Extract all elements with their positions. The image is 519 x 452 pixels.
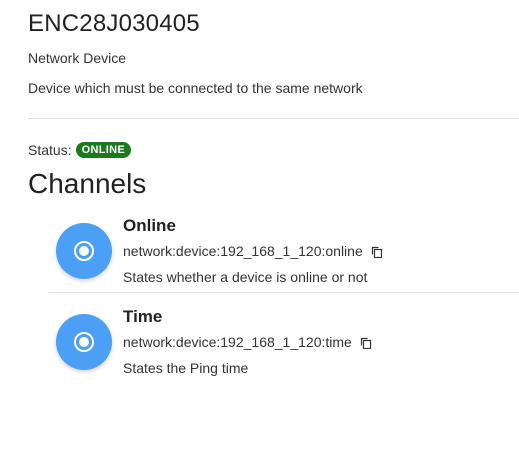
status-row: Status: ONLINE [28, 142, 131, 158]
channel-uid-row: network:device:192_168_1_120:online [123, 243, 383, 259]
channel-label: Online [123, 216, 176, 235]
channels-heading: Channels [28, 168, 147, 199]
copy-icon[interactable] [360, 336, 372, 350]
channel-description: States the Ping time [123, 360, 249, 376]
thing-description: Device which must be connected to the sa… [28, 80, 363, 96]
copy-icon[interactable] [371, 245, 383, 259]
channel-uid: network:device:192_168_1_120:online [123, 243, 363, 259]
status-badge: ONLINE [75, 142, 131, 158]
thing-type-label: Network Device [28, 50, 127, 66]
channel-description: States whether a device is online or not [123, 269, 368, 285]
radio-button-icon [56, 314, 112, 370]
channel-item-online[interactable]: Online network:device:192_168_1_120:onli… [48, 202, 519, 293]
channel-uid: network:device:192_168_1_120:time [123, 334, 352, 350]
channel-uid-row: network:device:192_168_1_120:time [123, 334, 372, 350]
channel-item-time[interactable]: Time network:device:192_168_1_120:time S… [48, 293, 519, 384]
section-divider [28, 118, 519, 119]
channel-label: Time [123, 307, 163, 326]
thing-details-page: ENC28J030405 Network Device Device which… [0, 0, 519, 452]
page-title: ENC28J030405 [28, 10, 200, 37]
radio-button-icon [56, 223, 112, 279]
status-label: Status: [28, 142, 72, 158]
